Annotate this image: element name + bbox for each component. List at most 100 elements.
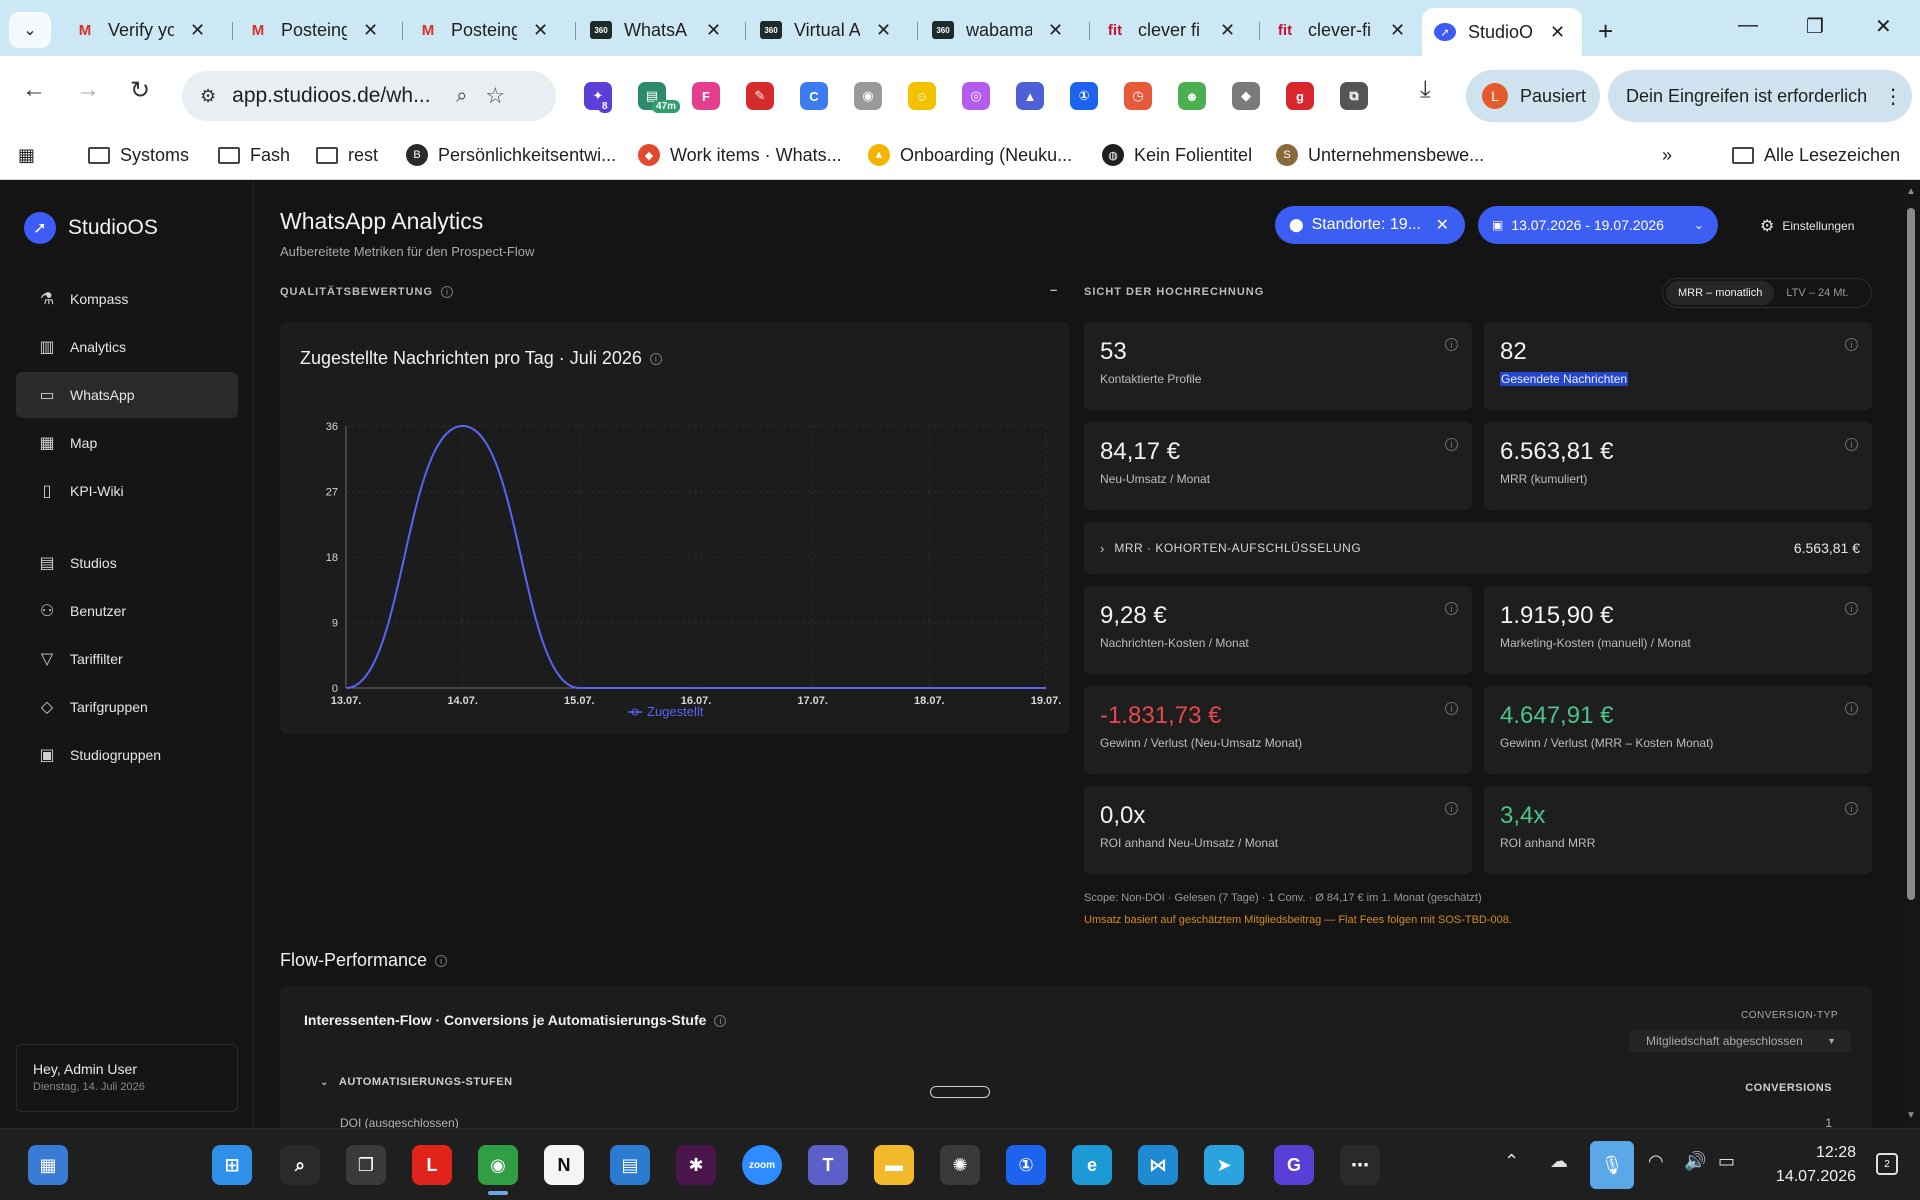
new-tab-button[interactable]: + (1598, 16, 1613, 47)
browser-tab[interactable]: fit clever fi ✕ (1092, 12, 1252, 48)
page-scrollbar[interactable]: ▲ ▼ (1902, 180, 1920, 1128)
download-icon[interactable]: ⤓ (1420, 76, 1431, 104)
browser-tab[interactable]: 360 wabama ✕ (920, 12, 1080, 48)
quality-collapse[interactable]: – (1050, 282, 1058, 297)
task-view-icon[interactable]: ❐ (346, 1145, 386, 1185)
search-icon[interactable]: ⌕ (280, 1145, 320, 1185)
close-tab-icon[interactable]: ✕ (533, 20, 548, 41)
l-app-icon[interactable]: L (412, 1145, 452, 1185)
url-text[interactable]: app.studioos.de/wh... (232, 84, 442, 108)
chrome-icon[interactable]: ◉ (478, 1145, 518, 1185)
bookmark-item[interactable]: rest (316, 140, 378, 170)
info-icon[interactable]: i (1445, 802, 1458, 815)
tray-chevron-up-icon[interactable]: ⌃ (1504, 1151, 1519, 1172)
info-icon[interactable]: i (1845, 602, 1858, 615)
close-tab-icon[interactable]: ✕ (1048, 20, 1063, 41)
info-icon[interactable]: i (1845, 338, 1858, 351)
automation-stages-toggle[interactable]: ⌄ AUTOMATISIERUNGS-STUFEN (320, 1076, 513, 1088)
all-bookmarks[interactable]: Alle Lesezeichen (1732, 140, 1900, 170)
toggle-ltv[interactable]: LTV – 24 Mt. (1774, 281, 1860, 305)
address-bar[interactable]: ⚙ app.studioos.de/wh... ⌕ ☆ (182, 71, 556, 121)
forward-button[interactable]: → (76, 76, 100, 104)
system-clock[interactable]: 12:28 14.07.2026 (1766, 1141, 1856, 1189)
profile-button[interactable]: L Pausiert (1466, 70, 1600, 122)
info-icon[interactable]: i (1445, 338, 1458, 351)
close-window-button[interactable]: ✕ (1875, 14, 1892, 39)
bookmark-item[interactable]: S Unternehmensbewe... (1276, 140, 1484, 170)
clock-icon[interactable]: ◷ (1124, 82, 1152, 110)
g-app-icon[interactable]: G (1274, 1145, 1314, 1185)
locations-filter[interactable]: ⬤ Standorte: 19... ✕ (1275, 206, 1465, 244)
sidebar-item-analytics[interactable]: ▥ Analytics (16, 324, 238, 370)
sidebar-item-tarifgruppen[interactable]: ◇ Tarifgruppen (16, 684, 238, 730)
browser-tab[interactable]: 360 WhatsA ✕ (578, 12, 738, 48)
bookmark-item[interactable]: ◍ Kein Folientitel (1102, 140, 1252, 170)
book-app-icon[interactable]: ▤ (610, 1145, 650, 1185)
info-icon[interactable]: i (435, 955, 448, 968)
cloud-icon[interactable]: ☁ (1550, 1151, 1568, 1172)
cap-icon[interactable]: ▲ (1016, 82, 1044, 110)
c-circle-icon[interactable]: C (800, 82, 828, 110)
zoom-icon[interactable]: zoom (742, 1145, 782, 1185)
sidebar-item-map[interactable]: ▦ Map (16, 420, 238, 466)
cohort-breakdown-toggle[interactable]: › MRR · KOHORTEN-AUFSCHLÜSSELUNG 6.563,8… (1084, 522, 1872, 574)
bookmark-item[interactable]: ◆ Work items · Whats... (638, 140, 842, 170)
bird-icon[interactable]: ◆ (1232, 82, 1260, 110)
tab-search-button[interactable]: ⌄ (9, 12, 51, 48)
windows-start-icon[interactable]: ⊞ (212, 1145, 252, 1185)
widgets-icon[interactable]: ▦ (28, 1145, 68, 1185)
browser-tab[interactable]: M Posteing ✕ (235, 12, 395, 48)
frog-icon[interactable]: ☻ (1178, 82, 1206, 110)
puzzle-icon[interactable]: ⧉ (1340, 82, 1368, 110)
info-icon[interactable]: i (714, 1015, 727, 1028)
figma-icon[interactable]: F (692, 82, 720, 110)
notion-icon[interactable]: N (544, 1145, 584, 1185)
close-tab-icon[interactable]: ✕ (363, 20, 378, 41)
sidebar-item-kompass[interactable]: ⚗ Kompass (16, 276, 238, 322)
sidebar-item-tariffilter[interactable]: ▽ Tariffilter (16, 636, 238, 682)
close-tab-icon[interactable]: ✕ (190, 20, 205, 41)
close-tab-icon[interactable]: ✕ (1550, 22, 1565, 43)
date-range-picker[interactable]: ▣ 13.07.2026 - 19.07.2026 ⌄ (1478, 206, 1718, 244)
browser-tab[interactable]: fit clever-fi ✕ (1262, 12, 1422, 48)
close-tab-icon[interactable]: ✕ (706, 20, 721, 41)
notification-icon[interactable]: 2 (1876, 1153, 1898, 1175)
sidebar-item-kpi-wiki[interactable]: ▯ KPI-Wiki (16, 468, 238, 514)
volume-icon[interactable]: 🔊 (1684, 1151, 1706, 1172)
browser-tab[interactable]: M Posteing ✕ (405, 12, 565, 48)
sidebar-item-whatsapp[interactable]: ▭ WhatsApp (16, 372, 238, 418)
info-icon[interactable]: i (1445, 702, 1458, 715)
conversion-type-select[interactable]: Mitgliedschaft abgeschlossen ▼ (1630, 1030, 1850, 1052)
more-icon[interactable]: ⋯ (1340, 1145, 1380, 1185)
camera-icon[interactable]: ◉ (854, 82, 882, 110)
slack-icon[interactable]: ✱ (676, 1145, 716, 1185)
reload-button[interactable]: ↻ (130, 76, 150, 105)
file-explorer-icon[interactable]: ▬ (874, 1145, 914, 1185)
more-bookmarks-icon[interactable]: » (1662, 140, 1672, 170)
grammarly-icon[interactable]: g (1286, 82, 1314, 110)
onepassword-app-icon[interactable]: ① (1006, 1145, 1046, 1185)
browser-tab[interactable]: M Verify yo ✕ (62, 12, 222, 48)
scroll-thumb[interactable] (1907, 208, 1915, 900)
restore-button[interactable]: ❐ (1806, 14, 1824, 39)
lego-icon[interactable]: ☺ (908, 82, 936, 110)
battery-icon[interactable]: ▭ (1718, 1151, 1735, 1172)
microphone-icon[interactable]: 🎙 (1590, 1141, 1634, 1189)
zoom-icon[interactable]: ⌕ (456, 85, 467, 108)
chatgpt-icon[interactable]: ✺ (940, 1145, 980, 1185)
apps-grid-icon[interactable]: ▦ (18, 140, 35, 170)
close-tab-icon[interactable]: ✕ (1220, 20, 1235, 41)
onepassword-icon[interactable]: ① (1070, 82, 1098, 110)
brand[interactable]: ➚ StudioOS (24, 212, 158, 244)
sidebar-item-benutzer[interactable]: ⚇ Benutzer (16, 588, 238, 634)
clear-filter-icon[interactable]: ✕ (1436, 215, 1449, 235)
info-icon[interactable]: i (1445, 438, 1458, 451)
dropper-icon[interactable]: ✎ (746, 82, 774, 110)
toggle-mrr[interactable]: MRR – monatlich (1666, 281, 1775, 305)
close-tab-icon[interactable]: ✕ (1390, 20, 1405, 41)
extension-badge-icon[interactable]: ✦ 8 (584, 82, 612, 113)
scroll-up-icon[interactable]: ▲ (1906, 186, 1916, 197)
sidebar-item-studios[interactable]: ▤ Studios (16, 540, 238, 586)
sidebar-item-studiogruppen[interactable]: ▣ Studiogruppen (16, 732, 238, 778)
edge-icon[interactable]: e (1072, 1145, 1112, 1185)
